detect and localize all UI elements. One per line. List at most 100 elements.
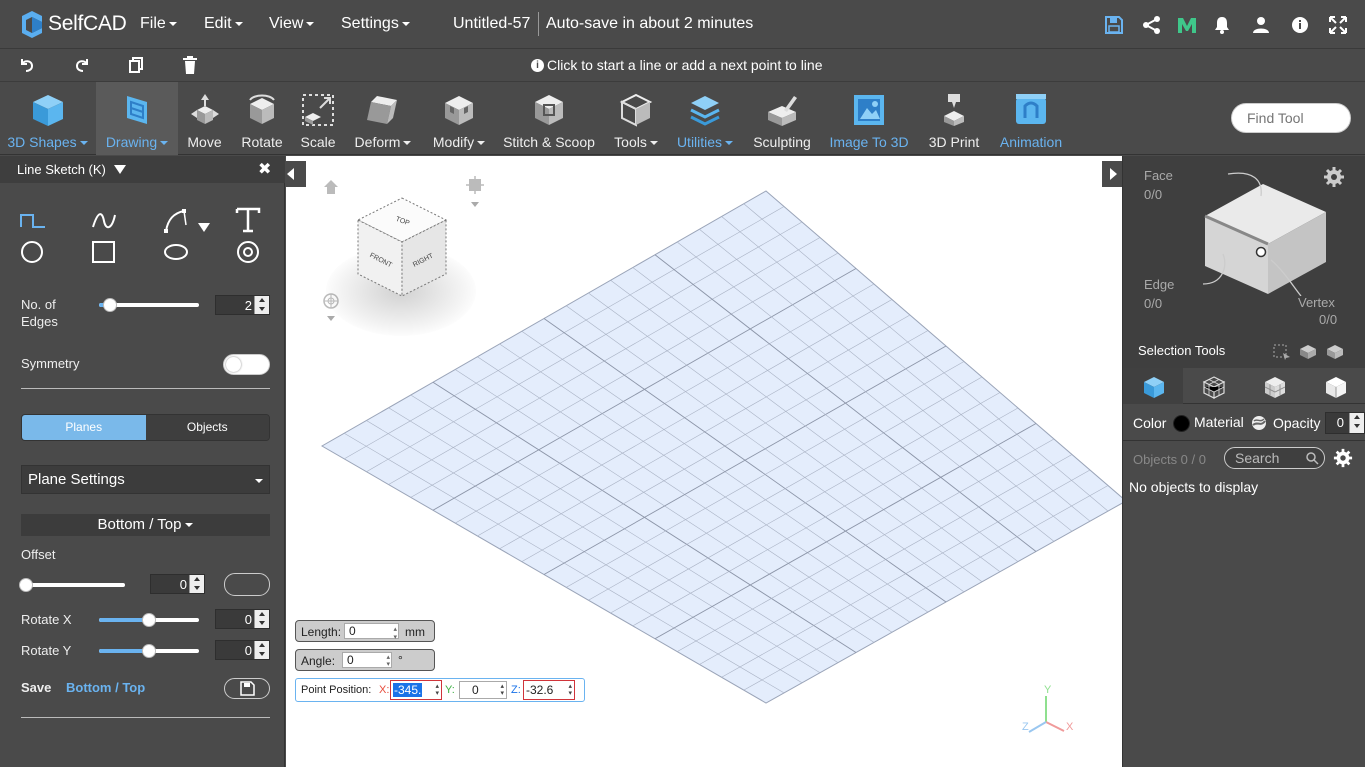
text-shape-icon[interactable] xyxy=(234,206,262,234)
bell-icon[interactable] xyxy=(1211,14,1233,36)
vertex-label[interactable]: Vertex xyxy=(1298,295,1335,310)
ellipse-shape-icon[interactable] xyxy=(162,238,190,266)
tool-3d-print[interactable]: 3D Print xyxy=(924,82,984,155)
selection-mode-cube[interactable] xyxy=(1183,166,1343,296)
tool-move[interactable]: Move xyxy=(181,82,228,155)
rotate-y-slider[interactable] xyxy=(99,644,199,658)
edge-label[interactable]: Edge xyxy=(1144,277,1174,292)
tool-stitch-scoop[interactable]: Stitch & Scoop xyxy=(501,82,597,155)
user-icon[interactable] xyxy=(1250,14,1272,36)
panel-collapse-triangle-icon[interactable] xyxy=(114,165,126,174)
tool-tools[interactable]: Tools xyxy=(610,82,662,155)
material-label[interactable]: Material xyxy=(1194,414,1244,430)
tab-xray[interactable] xyxy=(1306,368,1365,404)
y-input[interactable]: 0 ▴ ▾ xyxy=(459,681,507,699)
object-search-input[interactable]: Search xyxy=(1224,447,1325,469)
tab-solid-wireframe[interactable] xyxy=(1245,368,1305,404)
save-plane-button[interactable] xyxy=(224,678,270,699)
brand-name: SelfCAD xyxy=(48,12,127,35)
tab-planes[interactable]: Planes xyxy=(22,415,146,440)
trash-icon[interactable] xyxy=(180,55,200,75)
angle-input[interactable]: 0 ▴ ▾ xyxy=(342,652,392,668)
collapse-right-panel-button[interactable] xyxy=(1102,161,1122,187)
tool-rotate[interactable]: Rotate xyxy=(238,82,286,155)
tool-image-to-3d[interactable]: Image To 3D xyxy=(826,82,912,155)
color-swatch[interactable] xyxy=(1173,415,1190,432)
tool-3d-shapes[interactable]: 3D Shapes xyxy=(0,82,95,155)
redo-icon[interactable] xyxy=(72,55,92,75)
edges-slider[interactable] xyxy=(99,298,199,312)
info-icon[interactable] xyxy=(1289,14,1311,36)
find-tool-input[interactable] xyxy=(1231,103,1351,133)
tool-label: Deform xyxy=(350,134,416,150)
m-logo-icon[interactable] xyxy=(1176,14,1198,36)
close-icon[interactable]: ✖ xyxy=(258,159,271,179)
symmetry-toggle[interactable] xyxy=(223,354,270,375)
bezier-shape-icon[interactable] xyxy=(162,207,190,235)
rotate-y-label: Rotate Y xyxy=(21,643,72,658)
color-material-opacity-bar: Color Material Opacity 0 xyxy=(1123,405,1365,441)
tool-scale[interactable]: Scale xyxy=(296,82,340,155)
collapse-left-panel-button[interactable] xyxy=(286,161,306,187)
circle-shape-icon[interactable] xyxy=(19,238,47,266)
image-to-3d-icon xyxy=(854,95,884,125)
copy-icon[interactable] xyxy=(126,55,146,75)
select-all-icon[interactable] xyxy=(1326,344,1344,360)
menu-view[interactable]: View xyxy=(269,15,314,33)
curve-shape-icon[interactable] xyxy=(90,207,118,235)
bezier-dropdown-icon[interactable] xyxy=(198,223,210,232)
z-input[interactable]: -32.6 ▴ ▾ xyxy=(523,680,575,700)
menu-file[interactable]: File xyxy=(140,15,177,33)
object-view-tabs xyxy=(1123,368,1365,404)
tool-animation[interactable]: Animation xyxy=(996,82,1066,155)
tool-sculpting[interactable]: Sculpting xyxy=(750,82,814,155)
tab-objects[interactable]: Objects xyxy=(145,415,269,440)
offset-stepper[interactable]: 0 xyxy=(150,574,205,594)
length-input[interactable]: 0 ▴ ▾ xyxy=(344,623,399,641)
rotate-x-stepper[interactable]: 0 xyxy=(215,609,270,629)
face-label[interactable]: Face xyxy=(1144,168,1173,183)
view-cube[interactable]: TOP FRONT RIGHT xyxy=(354,196,450,298)
document-title[interactable]: Untitled-57 xyxy=(453,15,530,33)
fullscreen-icon[interactable] xyxy=(1327,14,1349,36)
box-select-icon[interactable] xyxy=(1273,344,1291,360)
tab-wireframe[interactable] xyxy=(1184,368,1244,404)
menu-settings[interactable]: Settings xyxy=(341,15,410,33)
autosave-status: Auto-save in about 2 minutes xyxy=(546,15,754,32)
edges-stepper[interactable]: 2 xyxy=(215,295,270,315)
tool-deform[interactable]: Deform xyxy=(350,82,416,155)
save-icon[interactable] xyxy=(1103,14,1125,36)
view-cube-menu-icon[interactable] xyxy=(466,176,484,212)
flip-offset-button[interactable] xyxy=(224,573,270,596)
offset-slider[interactable] xyxy=(19,578,125,592)
tool-drawing[interactable]: Drawing xyxy=(96,82,178,155)
undo-icon[interactable] xyxy=(17,55,37,75)
tool-utilities[interactable]: Utilities xyxy=(672,82,738,155)
move-icon xyxy=(190,94,219,124)
selfcad-logo[interactable]: SelfCAD xyxy=(20,9,127,39)
plane-view-dropdown[interactable]: Bottom / Top xyxy=(21,514,270,536)
rotate-icon xyxy=(249,94,275,124)
rectangle-shape-icon[interactable] xyxy=(90,238,118,266)
rotate-y-stepper[interactable]: 0 xyxy=(215,640,270,660)
opacity-stepper[interactable]: 0 xyxy=(1325,412,1365,434)
menu-edit[interactable]: Edit xyxy=(204,15,243,33)
object-settings-gear-icon[interactable] xyxy=(1333,448,1353,468)
tool-label: Rotate xyxy=(241,134,283,150)
share-icon[interactable] xyxy=(1141,14,1163,36)
home-icon[interactable] xyxy=(322,178,340,196)
plane-settings-dropdown[interactable]: Plane Settings xyxy=(21,465,270,494)
tab-solid[interactable] xyxy=(1123,368,1183,404)
select-connected-icon[interactable] xyxy=(1299,344,1317,360)
polyline-shape-icon[interactable] xyxy=(19,207,47,235)
title-separator xyxy=(538,12,539,36)
x-label: X: xyxy=(379,684,390,696)
ring-shape-icon[interactable] xyxy=(234,238,262,266)
x-input[interactable]: -345. ▴ ▾ xyxy=(390,680,442,700)
rotate-x-slider[interactable] xyxy=(99,613,199,627)
tool-modify[interactable]: Modify xyxy=(428,82,490,155)
z-label: Z: xyxy=(511,684,521,696)
material-sphere-icon[interactable] xyxy=(1251,415,1267,431)
3d-viewport[interactable]: TOP FRONT RIGHT Length: 0 ▴ ▾ mm Angle: 0 ▴… xyxy=(286,156,1122,767)
point-position-label: Point Position: xyxy=(301,684,372,696)
